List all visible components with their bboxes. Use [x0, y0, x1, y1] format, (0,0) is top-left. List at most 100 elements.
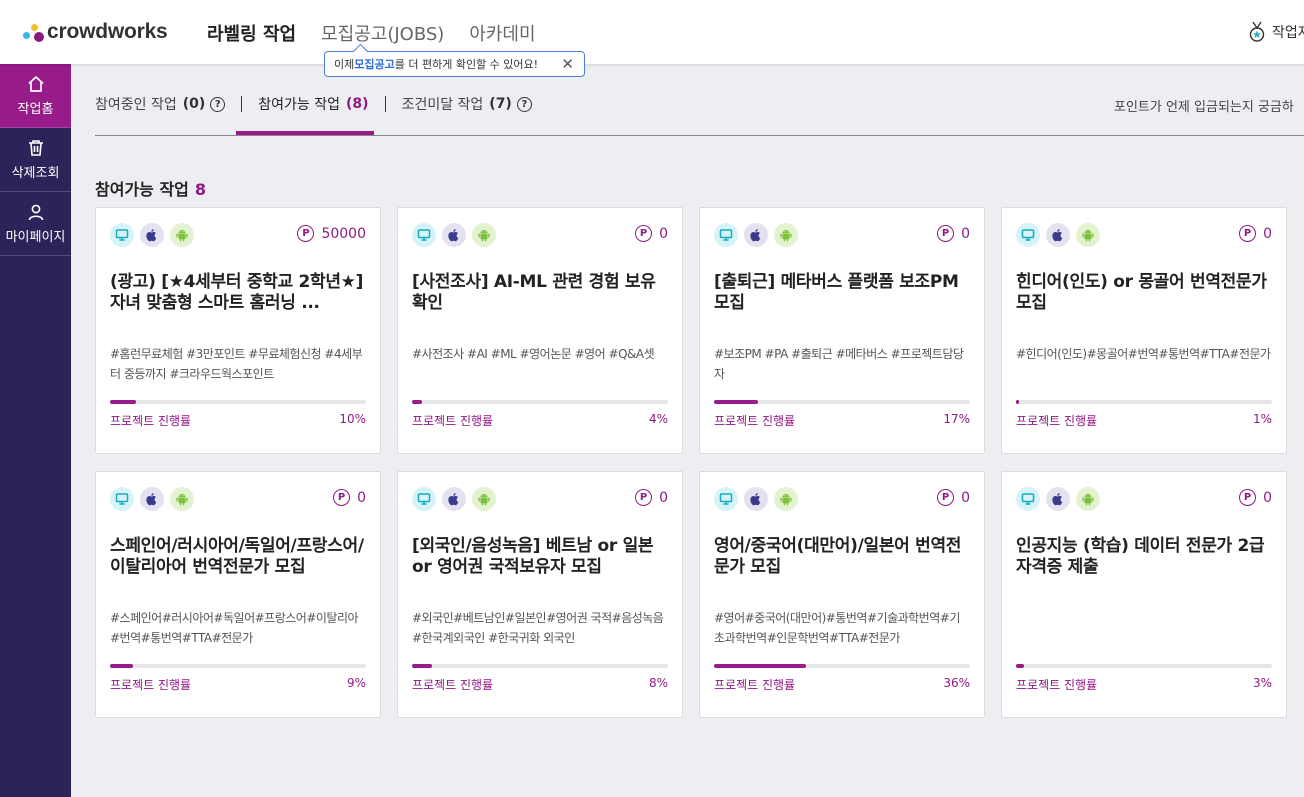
points-help-link[interactable]: 포인트가 언제 입금되는지 궁금하	[1114, 96, 1294, 115]
crowdworks-logo[interactable]: crowdworks	[22, 18, 168, 46]
point-icon: P	[635, 225, 653, 242]
tooltip-highlight[interactable]: 모집공고	[354, 56, 394, 72]
task-card[interactable]: P 0 스페인어/러시아어/독일어/프랑스어/이탈리아어 번역전문가 모집 #스페인어…	[95, 471, 381, 718]
close-icon[interactable]: ✕	[561, 55, 574, 73]
progress-fill	[412, 664, 433, 668]
task-card[interactable]: P 0 [사전조사] AI-ML 관련 경험 보유 확인 #사전조사 #AI #ML …	[397, 207, 683, 454]
progress-bar	[1016, 664, 1272, 668]
point-icon: P	[1239, 225, 1257, 242]
medal-icon	[1249, 21, 1265, 42]
card-title[interactable]: [사전조사] AI-ML 관련 경험 보유 확인	[412, 272, 668, 314]
android-icon	[1076, 487, 1100, 511]
point-icon: P	[297, 225, 315, 242]
android-icon	[472, 223, 496, 247]
progress-bar	[714, 400, 970, 404]
progress-bar	[714, 664, 970, 668]
point-icon: P	[937, 225, 955, 242]
card-points: P0	[333, 489, 366, 506]
section-count: 8	[194, 180, 207, 199]
progress-percent: 4%	[648, 412, 668, 426]
points-value: 0	[1263, 489, 1272, 506]
progress-label: 프로젝트 진행률	[1016, 678, 1098, 692]
card-title[interactable]: 힌디어(인도) or 몽골어 번역전문가 모집	[1016, 272, 1272, 314]
android-icon	[1076, 223, 1100, 247]
help-icon[interactable]: ?	[516, 96, 532, 112]
sidebar-item-deleted[interactable]: 삭제조회	[0, 128, 71, 192]
user-icon	[28, 204, 43, 220]
android-icon	[170, 223, 194, 247]
progress-bar	[110, 664, 366, 668]
nav-labeling[interactable]: 라벨링 작업	[207, 20, 296, 46]
logo-dots-icon	[22, 20, 46, 44]
pc-icon	[714, 487, 738, 511]
card-tags: #사전조사 #AI #ML #영어논문 #영어 #Q&A셋	[412, 347, 655, 361]
tab-divider	[384, 96, 386, 112]
progress-fill	[1016, 400, 1019, 404]
sidebar-item-label: 작업홈	[17, 101, 54, 117]
sidebar-item-label: 마이페이지	[5, 229, 66, 245]
point-icon: P	[333, 489, 351, 506]
sidebar-item-mypage[interactable]: 마이페이지	[0, 192, 71, 256]
apple-icon	[442, 223, 466, 247]
task-card[interactable]: P 0 [외국인/음성녹음] 베트남 or 일본 or 영어권 국적보유자 모집 #외…	[397, 471, 683, 718]
tab-available[interactable]: 참여가능 작업 (8)	[258, 94, 368, 114]
progress-percent: 8%	[648, 676, 668, 690]
task-card[interactable]: P 0 영어/중국어(대만어)/일본어 번역전문가 모집 #영어#중국어(대만어)#통…	[699, 471, 985, 718]
card-title[interactable]: [출퇴근] 메타버스 플랫폼 보조PM 모집	[714, 272, 970, 314]
card-tags	[1016, 608, 1272, 648]
card-points: P0	[1239, 489, 1272, 506]
progress-percent: 36%	[943, 676, 970, 690]
tab-label: 참여가능 작업	[258, 97, 341, 113]
progress-bar	[412, 400, 668, 404]
tab-count: (0)	[182, 96, 206, 112]
task-card[interactable]: P 0 [출퇴근] 메타버스 플랫폼 보조PM 모집 #보조PM #PA #출퇴근 #…	[699, 207, 985, 454]
trash-icon	[28, 139, 43, 156]
apple-icon	[442, 487, 466, 511]
progress-fill	[110, 664, 134, 668]
points-value: 0	[357, 489, 366, 506]
card-title[interactable]: 인공지능 (학습) 데이터 전문가 2급 자격증 제출	[1016, 536, 1272, 578]
platform-icons	[110, 486, 366, 512]
progress-fill	[1016, 664, 1024, 668]
pc-icon	[110, 487, 134, 511]
card-title[interactable]: 영어/중국어(대만어)/일본어 번역전문가 모집	[714, 536, 970, 578]
worker-label: 작업자	[1272, 25, 1304, 41]
main-nav: 라벨링 작업 모집공고(JOBS) 아카데미	[207, 20, 561, 46]
card-title[interactable]: 스페인어/러시아어/독일어/프랑스어/이탈리아어 번역전문가 모집	[110, 536, 366, 578]
progress-label: 프로젝트 진행률	[714, 678, 796, 692]
progress-percent: 9%	[346, 676, 366, 690]
tab-unqualified[interactable]: 조건미달 작업 (7) ?	[402, 94, 532, 114]
sidebar-item-home[interactable]: 작업홈	[0, 64, 71, 128]
progress-fill	[714, 400, 758, 404]
points-value: 0	[659, 489, 668, 506]
task-card[interactable]: P 50000 (광고) [★4세부터 중학교 2학년★] 자녀 맞춤형 스마트 홈…	[95, 207, 381, 454]
points-value: 0	[961, 225, 970, 242]
progress-label: 프로젝트 진행률	[412, 414, 494, 428]
tab-divider	[241, 96, 243, 112]
progress-bar	[412, 664, 668, 668]
nav-jobs[interactable]: 모집공고(JOBS)	[321, 20, 444, 46]
progress-label: 프로젝트 진행률	[110, 678, 192, 692]
nav-academy[interactable]: 아카데미	[469, 20, 535, 46]
card-points: P0	[937, 225, 970, 242]
jobs-tooltip: 이제 모집공고 를 더 편하게 확인할 수 있어요! ✕	[324, 51, 585, 77]
platform-icons	[714, 222, 970, 248]
task-tabs: 참여중인 작업 (0) ? 참여가능 작업 (8) 조건미달 작업 (7) ?	[95, 94, 532, 136]
tab-label: 조건미달 작업	[401, 97, 484, 113]
sidebar: 작업홈 삭제조회 마이페이지	[0, 64, 71, 797]
card-title[interactable]: (광고) [★4세부터 중학교 2학년★] 자녀 맞춤형 스마트 홈러닝 ...	[110, 272, 366, 314]
points-value: 0	[659, 225, 668, 242]
worker-menu[interactable]: 작업자	[1248, 21, 1304, 43]
help-icon[interactable]: ?	[210, 96, 226, 112]
progress-bar	[110, 400, 366, 404]
android-icon	[774, 487, 798, 511]
task-card[interactable]: P 0 인공지능 (학습) 데이터 전문가 2급 자격증 제출 프로젝트 진행률 3%	[1001, 471, 1287, 718]
platform-icons	[412, 222, 668, 248]
card-title[interactable]: [외국인/음성녹음] 베트남 or 일본 or 영어권 국적보유자 모집	[412, 536, 668, 578]
android-icon	[774, 223, 798, 247]
progress-percent: 1%	[1252, 412, 1272, 426]
platform-icons	[412, 486, 668, 512]
tab-participating[interactable]: 참여중인 작업 (0) ?	[95, 94, 226, 114]
task-card[interactable]: P 0 힌디어(인도) or 몽골어 번역전문가 모집 #힌디어(인도)#몽골어#번역…	[1001, 207, 1287, 454]
android-icon	[170, 487, 194, 511]
